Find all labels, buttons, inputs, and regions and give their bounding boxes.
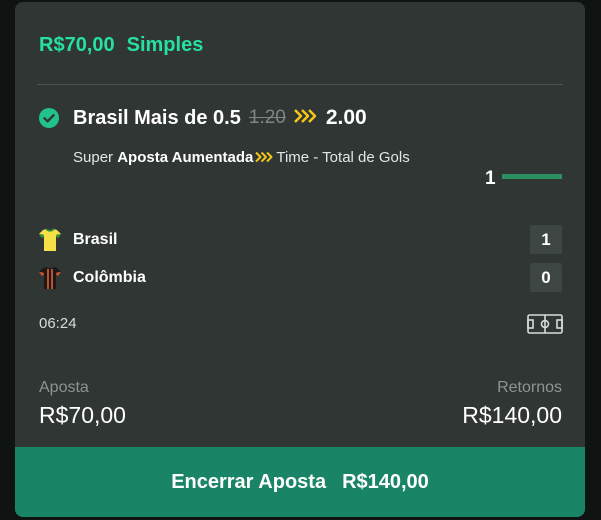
shirt-icon	[39, 228, 61, 252]
market-prefix: Super	[73, 149, 114, 166]
bet-type: Simples	[126, 34, 204, 56]
check-circle-icon	[39, 108, 59, 128]
team-name: Brasil	[73, 231, 118, 248]
cashout-amount: R$140,00	[342, 470, 429, 493]
bet-stake: R$70,00	[39, 34, 115, 56]
new-odds: 2.00	[325, 106, 367, 129]
stake-value: R$70,00	[39, 402, 126, 428]
cashout-button[interactable]: Encerrar Aposta R$140,00	[15, 447, 585, 517]
team-score: 0	[530, 263, 562, 292]
market-boost-label: Aposta Aumentada	[117, 149, 254, 166]
boost-arrows-icon	[255, 144, 273, 174]
divider	[37, 84, 563, 85]
shirt-icon	[39, 266, 61, 290]
returns-label: Retornos	[497, 379, 562, 396]
team-name: Colômbia	[73, 269, 146, 286]
bet-card: R$70,00 Simples Brasil Mais de 0.5 1.20 2…	[15, 2, 585, 517]
old-odds: 1.20	[248, 107, 286, 128]
boost-arrows-icon	[293, 107, 318, 130]
bet-header: R$70,00 Simples	[39, 34, 203, 57]
cashout-label: Encerrar Aposta	[171, 470, 327, 493]
progress-bar	[502, 174, 562, 179]
selection-name: Brasil Mais de 0.5	[73, 106, 241, 129]
market-name: Time - Total de Gols	[276, 149, 410, 166]
team-score: 1	[530, 225, 562, 254]
team-row-away: Colômbia	[39, 263, 146, 293]
match-clock: 06:24	[39, 315, 77, 332]
selection-row: Brasil Mais de 0.5 1.20 2.00	[73, 106, 367, 130]
stake-label: Aposta	[39, 379, 89, 396]
team-row-home: Brasil	[39, 225, 117, 255]
market-description: Super Aposta Aumentada Time - Total de G…	[73, 143, 453, 174]
returns-value: R$140,00	[462, 402, 562, 428]
progress-value: 1	[485, 168, 496, 189]
pitch-icon[interactable]	[527, 313, 563, 340]
